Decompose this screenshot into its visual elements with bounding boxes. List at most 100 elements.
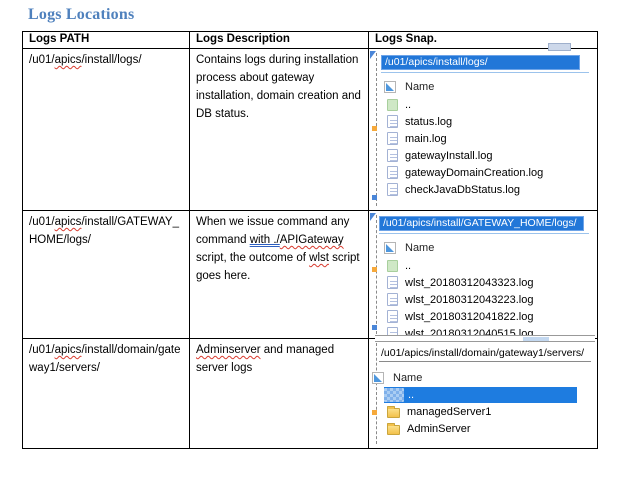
log-file-icon: [387, 293, 398, 306]
page-title: Logs Locations: [28, 6, 134, 24]
folder-icon: [387, 408, 400, 418]
scrollbar-fragment-artifact: [548, 43, 571, 51]
name-column-header[interactable]: Name: [384, 79, 597, 94]
list-item[interactable]: status.log: [387, 113, 597, 130]
list-item[interactable]: gatewayDomainCreation.log: [387, 164, 597, 181]
sort-column-icon: [372, 372, 384, 384]
log-file-icon: [387, 310, 398, 323]
file-name: ..: [405, 99, 411, 111]
address-bar[interactable]: /u01/apics/install/GATEWAY_HOME/logs/: [379, 216, 584, 231]
description-text: Contains logs during installation proces…: [196, 54, 361, 120]
snap-cell: /u01/apics/install/GATEWAY_HOME/logs/ Na…: [369, 211, 598, 339]
snap-cell: /u01/apics/install/logs/ Name .. status.…: [369, 49, 598, 211]
edge-mark: [372, 325, 377, 330]
address-bar-underline: [381, 72, 589, 73]
log-file-icon: [387, 166, 398, 179]
list-item[interactable]: managedServer1: [387, 403, 597, 420]
table-header-row: Logs PATH Logs Description Logs Snap.: [23, 32, 598, 49]
snap-cell: /u01/apics/install/domain/gateway1/serve…: [369, 339, 598, 449]
file-name: wlst_20180312043223.log: [405, 294, 533, 306]
path-text: /u01/: [29, 344, 55, 356]
name-column-header[interactable]: Name: [372, 370, 597, 385]
description-text-misspelled: wlst: [309, 252, 329, 264]
document-page: Logs Locations Logs PATH Logs Descriptio…: [0, 0, 623, 494]
description-text: script, the outcome of: [196, 252, 309, 264]
edge-mark: [372, 195, 377, 200]
edge-mark: [372, 410, 377, 415]
path-cell: /u01/apics/install/domain/gateway1/serve…: [23, 339, 190, 449]
path-text-misspelled: apics: [55, 54, 82, 66]
window-edge-artifact: [375, 335, 595, 342]
screenshot-edge-artifact: [372, 343, 377, 444]
name-header-label: Name: [405, 242, 434, 254]
list-item-selected[interactable]: ..: [384, 387, 577, 403]
file-name: AdminServer: [407, 423, 471, 435]
list-item[interactable]: checkJavaDbStatus.log: [387, 181, 597, 198]
list-item[interactable]: ..: [387, 257, 597, 274]
path-text-misspelled: apics: [55, 344, 82, 356]
list-item[interactable]: wlst_20180312043323.log: [387, 274, 597, 291]
file-browser-snapshot: /u01/apics/install/domain/gateway1/serve…: [369, 339, 597, 448]
file-browser-snapshot: /u01/apics/install/GATEWAY_HOME/logs/ Na…: [369, 211, 597, 338]
file-name: gatewayDomainCreation.log: [405, 167, 543, 179]
description-text-misspelled: APIGateway: [280, 234, 344, 246]
file-name: ..: [405, 260, 411, 272]
description-text-misspelled: Adminserver: [196, 344, 261, 356]
folder-icon: [387, 425, 400, 435]
log-file-icon: [387, 183, 398, 196]
file-name: managedServer1: [407, 406, 491, 418]
file-browser-snapshot: /u01/apics/install/logs/ Name .. status.…: [369, 49, 597, 210]
file-name: checkJavaDbStatus.log: [405, 184, 520, 196]
list-item[interactable]: wlst_20180312041822.log: [387, 308, 597, 325]
edge-mark: [372, 126, 377, 131]
list-item[interactable]: main.log: [387, 130, 597, 147]
description-cell: Adminserver and managed server logs: [190, 339, 369, 449]
parent-folder-icon: [387, 260, 398, 272]
path-text: /u01/: [29, 54, 55, 66]
file-name: main.log: [405, 133, 447, 145]
path-text-misspelled: apics: [55, 216, 82, 228]
path-text: /install/logs/: [81, 54, 141, 66]
list-item[interactable]: gatewayInstall.log: [387, 147, 597, 164]
column-header-logs-description: Logs Description: [190, 32, 369, 49]
column-header-logs-path: Logs PATH: [23, 32, 190, 49]
file-name: wlst_20180312043323.log: [405, 277, 533, 289]
list-item[interactable]: ..: [387, 96, 597, 113]
description-cell: Contains logs during installation proces…: [190, 49, 369, 211]
path-text: /u01/: [29, 216, 55, 228]
description-text-grammar: with ./: [250, 234, 280, 246]
table-row: /u01/apics/install/GATEWAY_HOME/logs/ Wh…: [23, 211, 598, 339]
log-file-icon: [387, 149, 398, 162]
cursor-icon: [370, 51, 376, 59]
address-text: /u01/apics/install/domain/gateway1/serve…: [381, 347, 584, 359]
file-name: wlst_20180312041822.log: [405, 311, 533, 323]
parent-folder-icon: [384, 388, 404, 402]
address-bar[interactable]: /u01/apics/install/domain/gateway1/serve…: [379, 347, 591, 362]
file-name: ..: [408, 389, 414, 401]
name-header-label: Name: [405, 81, 434, 93]
description-cell: When we issue command any command with .…: [190, 211, 369, 339]
table-row: /u01/apics/install/logs/ Contains logs d…: [23, 49, 598, 211]
logs-locations-table: Logs PATH Logs Description Logs Snap. /u…: [22, 31, 598, 449]
path-cell: /u01/apics/install/GATEWAY_HOME/logs/: [23, 211, 190, 339]
cursor-icon: [370, 213, 376, 221]
log-file-icon: [387, 276, 398, 289]
path-cell: /u01/apics/install/logs/: [23, 49, 190, 211]
file-name: status.log: [405, 116, 452, 128]
table-row: /u01/apics/install/domain/gateway1/serve…: [23, 339, 598, 449]
address-text: /u01/apics/install/GATEWAY_HOME/logs/: [383, 217, 577, 229]
name-header-label: Name: [393, 372, 422, 384]
parent-folder-icon: [387, 99, 398, 111]
edge-mark: [372, 267, 377, 272]
list-item[interactable]: wlst_20180312043223.log: [387, 291, 597, 308]
screenshot-edge-artifact: [372, 53, 377, 206]
list-item[interactable]: AdminServer: [387, 420, 597, 437]
log-file-icon: [387, 132, 398, 145]
address-bar[interactable]: /u01/apics/install/logs/: [381, 55, 580, 70]
address-bar-underline: [379, 233, 589, 234]
sort-column-icon: [384, 81, 396, 93]
sort-column-icon: [384, 242, 396, 254]
name-column-header[interactable]: Name: [384, 240, 597, 255]
screenshot-edge-artifact: [372, 215, 377, 334]
log-file-icon: [387, 115, 398, 128]
